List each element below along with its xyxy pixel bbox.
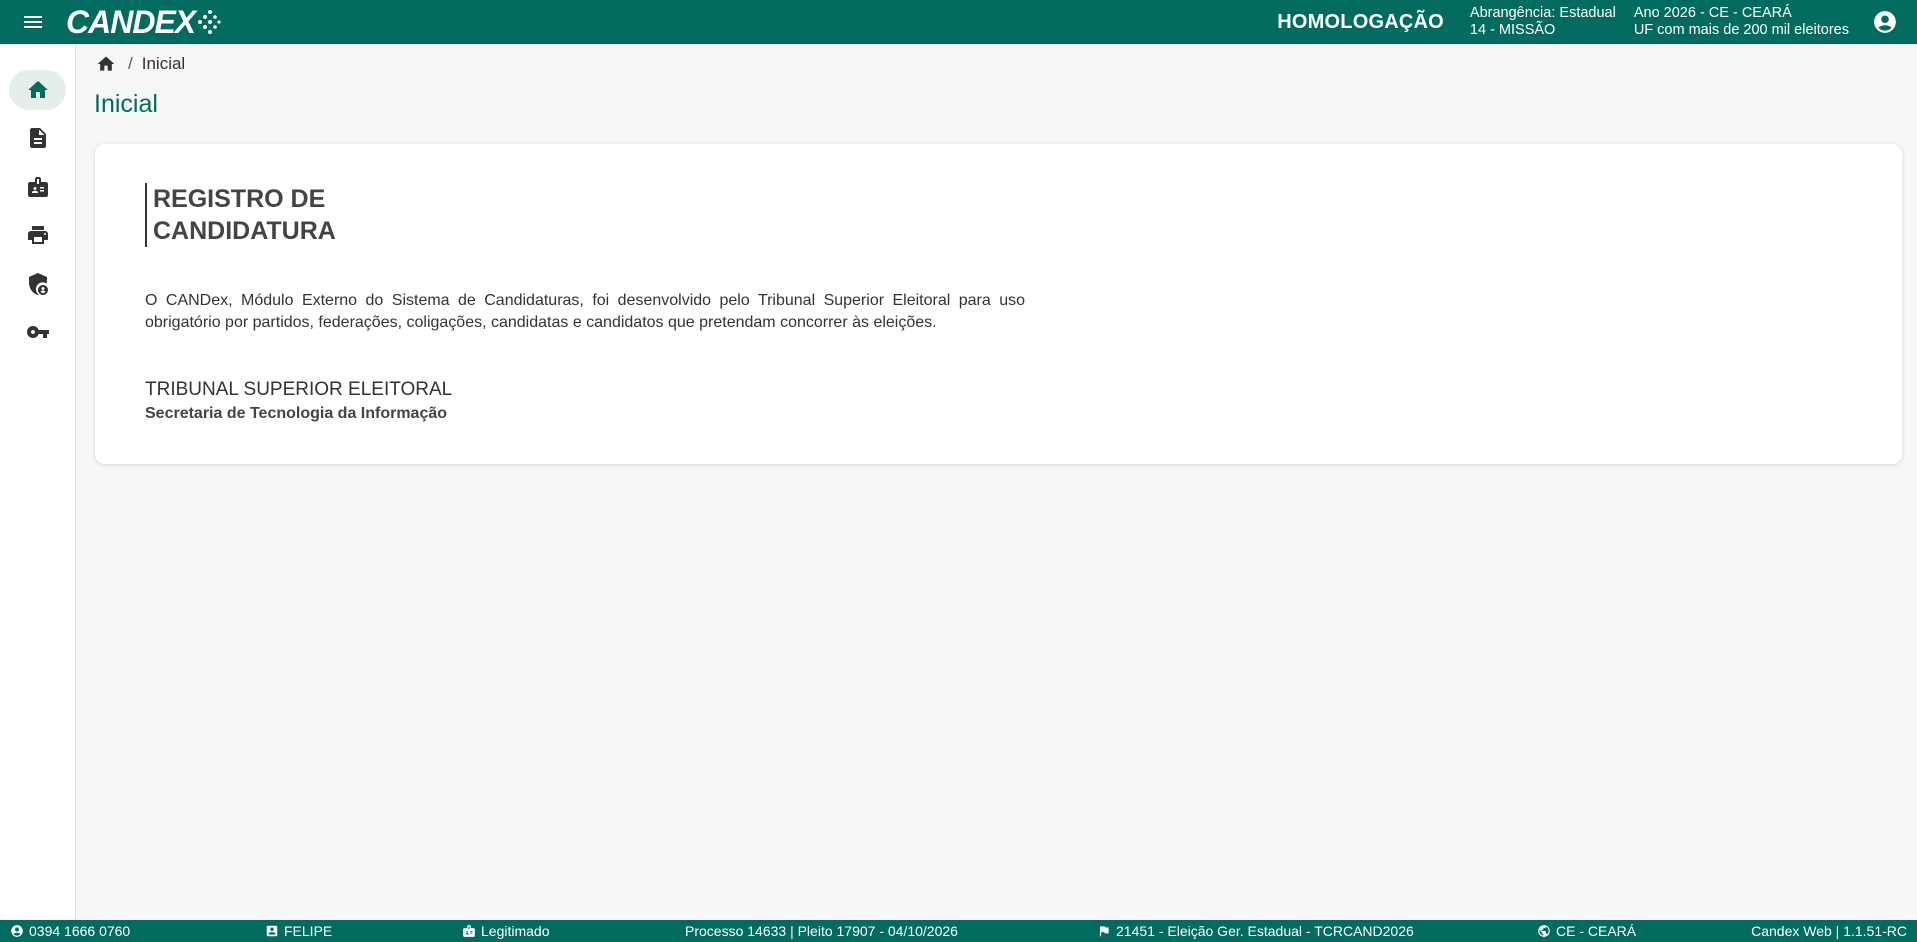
election-year-line: Ano 2026 - CE - CEARÁ: [1633, 5, 1792, 21]
breadcrumb-separator: /: [128, 54, 133, 73]
globe-icon: [1538, 925, 1550, 937]
status-process: Processo 14633 | Pleito 17907 - 04/10/20…: [685, 920, 958, 942]
sidebar-item-security[interactable]: [9, 264, 66, 304]
card-heading-line2: CANDIDATURA: [153, 217, 336, 245]
breadcrumb: / Inicial: [96, 54, 185, 74]
menu-icon: [24, 16, 42, 28]
menu-button[interactable]: [0, 0, 66, 44]
contact-card-icon: [266, 925, 278, 937]
status-election-text: 21451 - Eleição Ger. Estadual - TCRCAND2…: [1116, 923, 1414, 939]
status-user-name-text: FELIPE: [284, 923, 333, 939]
document-icon: [29, 128, 46, 148]
badge-icon: [27, 177, 48, 197]
status-role: Legitimado: [462, 920, 550, 942]
welcome-card: REGISTRO DE CANDIDATURA O CANDex, Módulo…: [95, 144, 1902, 464]
sidebar-item-print[interactable]: [9, 215, 66, 255]
scope-line: Abrangência: Estadual: [1469, 5, 1616, 21]
sidebar: [0, 44, 76, 920]
logo-dots-icon: [198, 10, 221, 34]
card-heading: REGISTRO DE CANDIDATURA: [145, 183, 405, 247]
account-circle-icon: [11, 925, 23, 937]
card-heading-line1: REGISTRO DE: [153, 185, 326, 213]
status-location: CE - CEARÁ: [1537, 920, 1636, 942]
status-bar: 0394 1666 0760 FELIPE Legitimado Process…: [0, 920, 1917, 942]
status-user-code: 0394 1666 0760: [10, 920, 130, 942]
badge-icon: [463, 925, 475, 937]
organization-department: Secretaria de Tecnologia da Informação: [145, 405, 448, 422]
flag-icon: [1099, 926, 1109, 937]
home-icon[interactable]: [96, 54, 116, 74]
sidebar-item-candidates[interactable]: [9, 167, 66, 207]
election-info: Ano 2026 - CE - CEARÁ UF com mais de 200…: [1634, 5, 1849, 39]
home-icon: [27, 81, 48, 98]
status-election: 21451 - Eleição Ger. Estadual - TCRCAND2…: [1097, 920, 1414, 942]
sidebar-item-key[interactable]: [9, 312, 66, 352]
status-user-code-text: 0394 1666 0760: [29, 923, 131, 939]
environment-label: HOMOLOGAÇÃO: [1277, 10, 1444, 33]
sidebar-item-home[interactable]: [9, 70, 66, 110]
status-user-name: FELIPE: [265, 920, 332, 942]
top-app-bar: CANDEX HOMOLOGAÇÃO Abrangência: Estadual…: [0, 0, 1917, 44]
scope-info: Abrangência: Estadual 14 - MISSÃO: [1470, 5, 1616, 39]
key-icon: [26, 326, 49, 338]
status-version-text: Candex Web | 1.1.51-RC: [1751, 923, 1907, 939]
status-location-text: CE - CEARÁ: [1556, 923, 1637, 939]
account-button[interactable]: [1867, 4, 1903, 40]
organization-name: TRIBUNAL SUPERIOR ELEITORAL: [145, 379, 453, 400]
status-version: Candex Web | 1.1.51-RC: [1751, 920, 1907, 942]
party-line: 14 - MISSÃO: [1469, 22, 1556, 38]
card-description: O CANDex, Módulo Externo do Sistema de C…: [145, 292, 1025, 331]
print-icon: [27, 226, 48, 244]
security-icon: [28, 273, 48, 295]
status-role-text: Legitimado: [481, 923, 550, 939]
app-logo[interactable]: CANDEX: [66, 4, 222, 41]
account-circle-icon: [1874, 11, 1896, 33]
electorate-line: UF com mais de 200 mil eleitores: [1633, 22, 1849, 38]
sidebar-item-documents[interactable]: [9, 118, 66, 158]
logo-text: CANDEX: [66, 3, 196, 40]
breadcrumb-current: Inicial: [141, 54, 186, 73]
status-process-text: Processo 14633 | Pleito 17907 - 04/10/20…: [685, 923, 958, 939]
page-title: Inicial: [94, 90, 158, 118]
